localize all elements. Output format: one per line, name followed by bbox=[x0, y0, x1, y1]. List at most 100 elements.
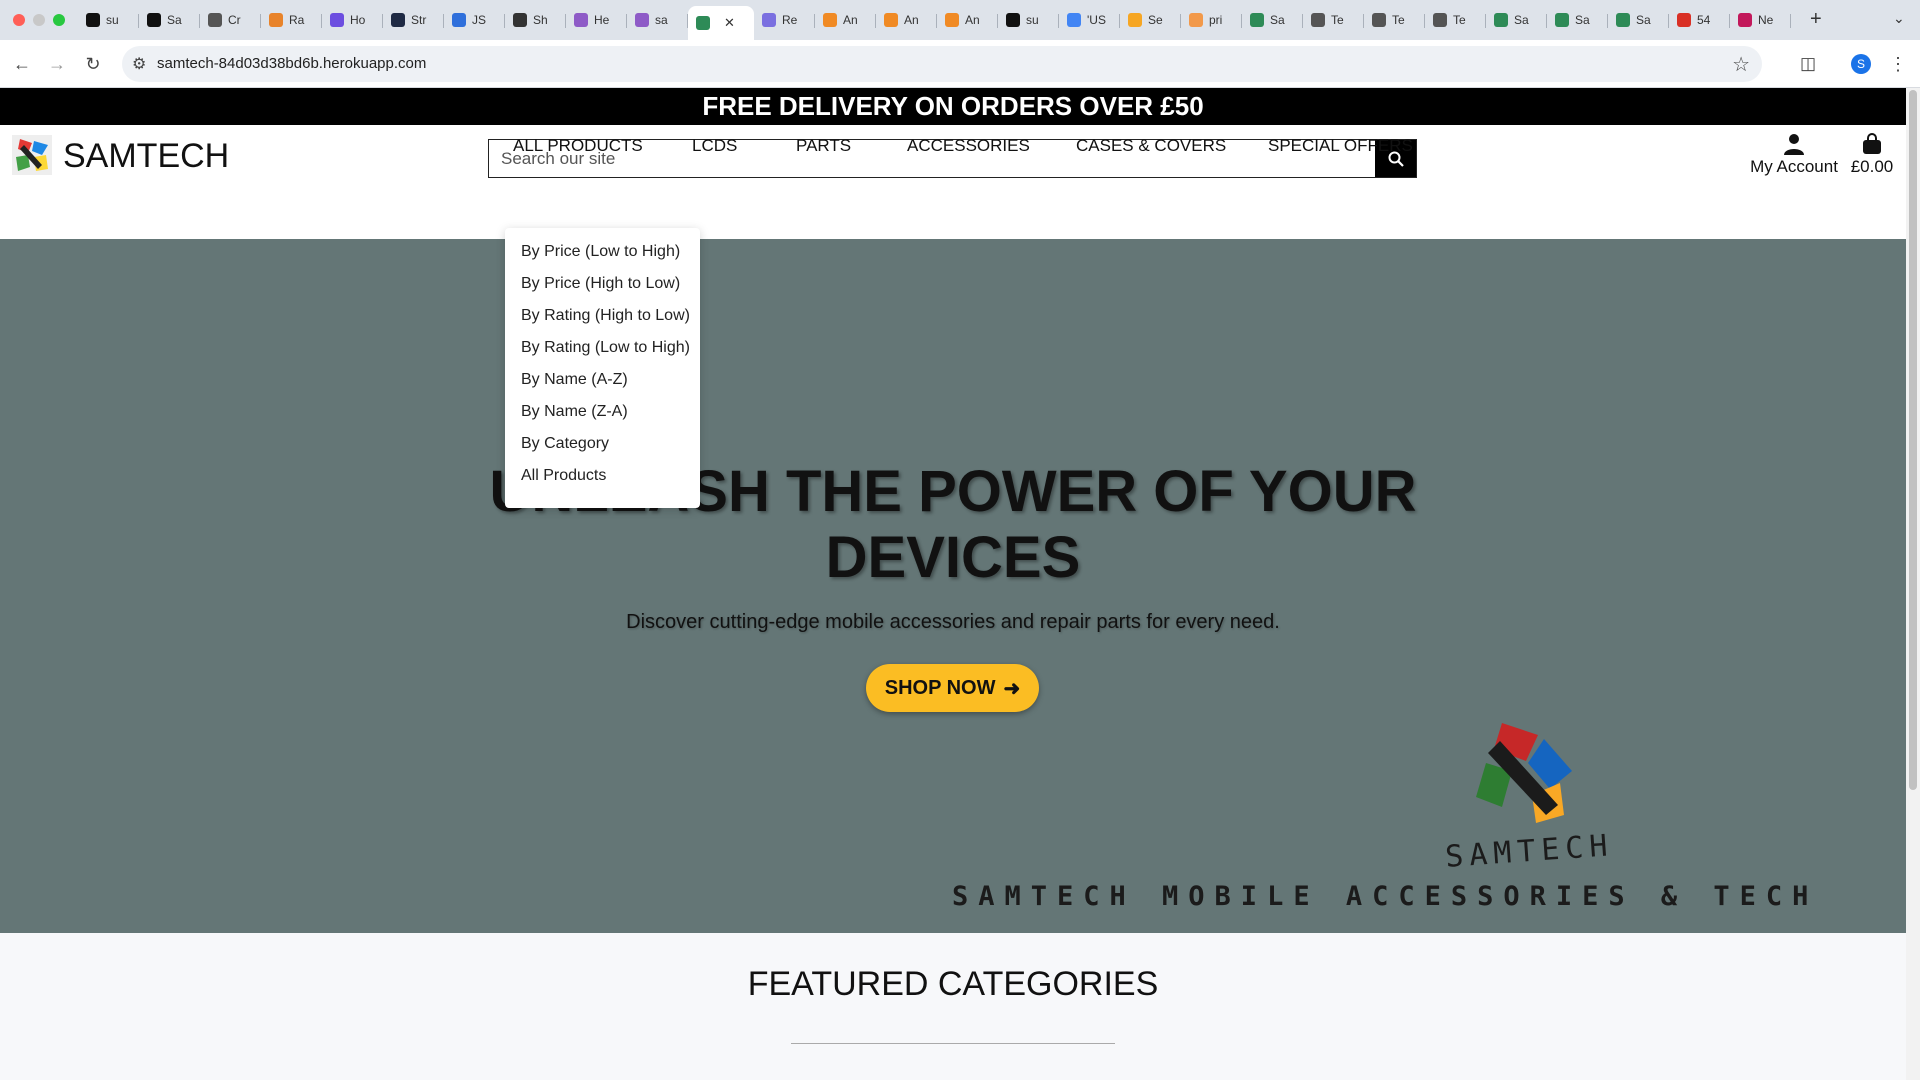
site-info-icon[interactable]: ⚙ bbox=[132, 54, 146, 74]
dropdown-price-low-high[interactable]: By Price (Low to High) bbox=[505, 236, 700, 268]
cube-icon bbox=[762, 13, 776, 27]
gmail-icon bbox=[1677, 13, 1691, 27]
browser-tab[interactable]: Te bbox=[1364, 6, 1425, 34]
hero-title: UNLEASH THE POWER OF YOUR DEVICES bbox=[0, 459, 1906, 591]
samtech-icon bbox=[1250, 13, 1264, 27]
back-icon[interactable]: ← bbox=[10, 52, 34, 76]
featured-categories-section: FEATURED CATEGORIES bbox=[0, 933, 1906, 1080]
browser-tab[interactable]: Sh bbox=[505, 6, 566, 34]
browser-tab[interactable]: He bbox=[566, 6, 627, 34]
browser-tab[interactable]: Ho bbox=[322, 6, 383, 34]
browser-tab-label: Te bbox=[1453, 13, 1466, 27]
nav-all-products[interactable]: ALL PRODUCTS bbox=[513, 125, 692, 167]
s-app-icon bbox=[391, 13, 405, 27]
browser-tab[interactable]: An bbox=[937, 6, 998, 34]
browser-tab[interactable]: pri bbox=[1181, 6, 1242, 34]
browser-tab[interactable]: Str bbox=[383, 6, 444, 34]
browser-tab-label: 54 bbox=[1697, 13, 1711, 27]
dropdown-all-products[interactable]: All Products bbox=[505, 460, 700, 492]
hero-samtech-logo: SAMTECH bbox=[1444, 723, 1615, 875]
browser-tab-label: Te bbox=[1392, 13, 1405, 27]
app-icon bbox=[1738, 13, 1752, 27]
nav-cases-covers[interactable]: CASES & COVERS bbox=[1076, 125, 1268, 167]
browser-tab[interactable]: Sa bbox=[1242, 6, 1303, 34]
browser-tab-label: Ra bbox=[289, 13, 305, 27]
extensions-icon[interactable]: ◫ bbox=[1796, 52, 1820, 76]
bookmark-star-icon[interactable]: ☆ bbox=[1732, 52, 1750, 77]
page-scrollbar[interactable] bbox=[1906, 88, 1920, 1080]
my-account-link[interactable]: My Account bbox=[1750, 133, 1838, 177]
new-tab-button[interactable]: + bbox=[1810, 8, 1822, 31]
dropdown-by-category[interactable]: By Category bbox=[505, 428, 700, 460]
browser-tab-label: sa bbox=[655, 13, 668, 27]
scrollbar-thumb[interactable] bbox=[1909, 90, 1917, 790]
browser-tab[interactable]: Te bbox=[1425, 6, 1486, 34]
browser-tab[interactable]: ✕ bbox=[688, 6, 754, 40]
site-header: SAMTECH My Account £0.00 bbox=[0, 125, 1906, 225]
browser-tab[interactable]: Ra bbox=[261, 6, 322, 34]
forward-icon[interactable]: → bbox=[45, 52, 69, 76]
s-app-icon bbox=[330, 13, 344, 27]
browser-menu-icon[interactable]: ⋮ bbox=[1886, 52, 1910, 76]
nav-lcds[interactable]: LCDS bbox=[692, 125, 796, 167]
close-tab-icon[interactable]: ✕ bbox=[724, 15, 735, 31]
main-nav: ALL PRODUCTS LCDS PARTS ACCESSORIES CASE… bbox=[513, 125, 1413, 167]
browser-tab[interactable]: An bbox=[876, 6, 937, 34]
dropdown-rating-high-low[interactable]: By Rating (High to Low) bbox=[505, 300, 700, 332]
hero-section: UNLEASH THE POWER OF YOUR DEVICES Discov… bbox=[0, 239, 1906, 933]
address-url[interactable]: samtech-84d03d38bd6b.herokuapp.com bbox=[157, 55, 426, 72]
browser-tab[interactable]: 54 bbox=[1669, 6, 1730, 34]
browser-tab[interactable]: su bbox=[998, 6, 1059, 34]
shop-now-button[interactable]: SHOP NOW ➜ bbox=[866, 664, 1039, 712]
browser-tab[interactable]: Sa bbox=[1547, 6, 1608, 34]
browser-tab[interactable]: sa bbox=[627, 6, 688, 34]
hero-subtitle: Discover cutting-edge mobile accessories… bbox=[626, 611, 1280, 633]
browser-tab-label: su bbox=[106, 13, 119, 27]
browser-tab[interactable]: 'US bbox=[1059, 6, 1120, 34]
browser-tab[interactable]: Re bbox=[754, 6, 815, 34]
browser-tab-label: He bbox=[594, 13, 610, 27]
browser-tab[interactable]: Se bbox=[1120, 6, 1181, 34]
brand-name[interactable]: SAMTECH bbox=[63, 137, 229, 176]
samtech-icon bbox=[1494, 13, 1508, 27]
browser-tab-label: JS bbox=[472, 13, 487, 27]
cube-icon bbox=[945, 13, 959, 27]
dropdown-name-z-a[interactable]: By Name (Z-A) bbox=[505, 396, 700, 428]
browser-tab[interactable]: An bbox=[815, 6, 876, 34]
dropdown-name-a-z[interactable]: By Name (A-Z) bbox=[505, 364, 700, 396]
hero-title-line-1: UNLEASH THE POWER OF YOUR bbox=[489, 459, 1417, 524]
browser-tab-label: pri bbox=[1209, 13, 1223, 27]
reload-icon[interactable]: ↻ bbox=[81, 52, 105, 76]
shopping-bag-icon bbox=[1863, 133, 1881, 154]
browser-tab[interactable]: Cr bbox=[200, 6, 261, 34]
browser-tab[interactable]: Ne bbox=[1730, 6, 1791, 34]
hero-title-line-2: DEVICES bbox=[825, 525, 1081, 590]
browser-tab-label: Sa bbox=[1575, 13, 1590, 27]
samtech-logo-icon[interactable] bbox=[12, 135, 52, 175]
window-minimize-button[interactable] bbox=[33, 14, 45, 26]
browser-tab[interactable]: JS bbox=[444, 6, 505, 34]
profile-avatar[interactable]: S bbox=[1851, 54, 1871, 74]
nav-special-offers[interactable]: SPECIAL OFFERS bbox=[1268, 125, 1413, 167]
tab-search-icon[interactable]: ⌄ bbox=[1893, 10, 1905, 27]
browser-tabs: su Sa Cr Ra Ho Str JS Sh He sa ✕ Re An An An su 'US Se pri… bbox=[78, 6, 1791, 40]
browser-tab[interactable]: Sa bbox=[1486, 6, 1547, 34]
browser-tab[interactable]: Te bbox=[1303, 6, 1364, 34]
nav-accessories[interactable]: ACCESSORIES bbox=[907, 125, 1076, 167]
window-close-button[interactable] bbox=[13, 14, 25, 26]
browser-tab[interactable]: su bbox=[78, 6, 139, 34]
web-page: FREE DELIVERY ON ORDERS OVER £50 SAMTECH bbox=[0, 88, 1906, 1080]
window-zoom-button[interactable] bbox=[53, 14, 65, 26]
browser-tab-strip: su Sa Cr Ra Ho Str JS Sh He sa ✕ Re An An An su 'US Se pri… bbox=[0, 0, 1920, 40]
dropdown-rating-low-high[interactable]: By Rating (Low to High) bbox=[505, 332, 700, 364]
dropdown-price-high-low[interactable]: By Price (High to Low) bbox=[505, 268, 700, 300]
browser-tab[interactable]: Sa bbox=[139, 6, 200, 34]
all-products-dropdown: By Price (Low to High) By Price (High to… bbox=[505, 228, 700, 508]
my-account-label: My Account bbox=[1750, 157, 1838, 176]
cube-icon bbox=[884, 13, 898, 27]
shopping-bag-link[interactable]: £0.00 bbox=[1848, 133, 1896, 177]
browser-tab-label: An bbox=[965, 13, 980, 27]
address-bar[interactable]: ⚙ samtech-84d03d38bd6b.herokuapp.com ☆ bbox=[122, 46, 1762, 82]
browser-tab[interactable]: Sa bbox=[1608, 6, 1669, 34]
nav-parts[interactable]: PARTS bbox=[796, 125, 907, 167]
